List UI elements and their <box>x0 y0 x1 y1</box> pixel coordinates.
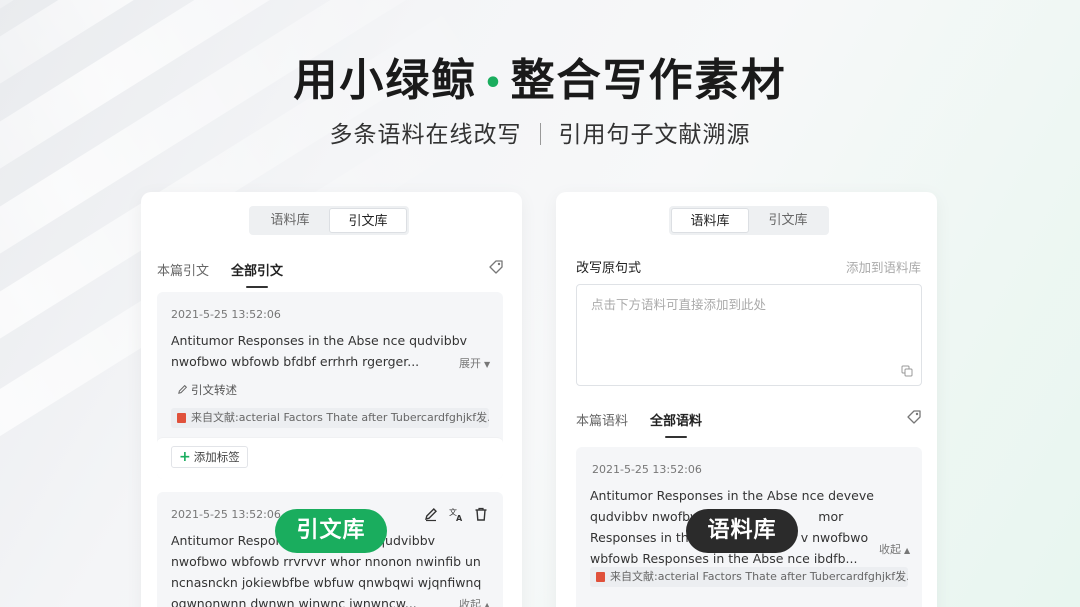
collapse-label: 收起 <box>879 543 901 556</box>
citation-line: nwofbwo wbfowb bfdbf errhrh rgerger... <box>171 354 420 369</box>
corpus-scope-tabs: 本篇语料 全部语料 <box>576 410 724 438</box>
rewrite-input[interactable]: 点击下方语料可直接添加到此处 <box>576 284 922 386</box>
tab-this-paper-corpus[interactable]: 本篇语料 <box>576 410 628 429</box>
citation-line: ncnasnckn jokiewbfbe wbfuw qnwbqwi wjqnf… <box>171 575 482 590</box>
corpus-library-badge: 语料库 <box>686 509 798 553</box>
collapse-toggle[interactable]: 收起 ▲ <box>879 541 910 557</box>
library-switch: 语料库 引文库 <box>669 206 829 235</box>
tab-corpus-library[interactable]: 语料库 <box>251 208 329 233</box>
rewrite-label: 改写原句式 <box>576 261 642 276</box>
corpus-time: 2021-5-25 13:52:06 <box>592 463 702 476</box>
hero-title-part-a: 用小绿鲸 <box>293 55 478 106</box>
svg-text:A: A <box>456 514 463 522</box>
tag-icon[interactable] <box>488 259 504 275</box>
hero-subtitle-divider <box>539 123 541 145</box>
add-to-corpus-link[interactable]: 添加到语料库 <box>846 257 921 276</box>
expand-toggle[interactable]: 展开 ▼ <box>459 355 490 371</box>
corpus-line: Antitumor Responses in the Abse nce deve… <box>590 488 874 503</box>
tab-citation-library[interactable]: 引文库 <box>329 208 407 233</box>
pdf-icon <box>177 413 186 423</box>
hero-subtitle-b: 引用句子文献溯源 <box>558 122 751 148</box>
citation-scope-tabs: 本篇引文 全部引文 <box>157 260 305 288</box>
source-text: 来自文献:acterial Factors Thate after Tuberc… <box>610 570 908 583</box>
pencil-icon <box>178 384 188 394</box>
tab-citation-library[interactable]: 引文库 <box>749 208 827 233</box>
rewrite-citation-button[interactable]: 引文转述 <box>177 382 237 398</box>
hero-title-part-b: 整合写作素材 <box>510 55 787 106</box>
source-reference[interactable]: 来自文献:acterial Factors Thate after Tuberc… <box>590 567 908 587</box>
translate-icon[interactable]: 文 A <box>448 506 464 522</box>
citation-text: Antitumor Responses in the Abse nce qudv… <box>171 330 467 372</box>
caret-up-icon: ▲ <box>904 546 911 555</box>
citation-line: nwofbwo wbfowb rrvrvvr whor nnonon nwinf… <box>171 554 481 569</box>
tab-corpus-library[interactable]: 语料库 <box>671 208 749 233</box>
plus-icon: + <box>179 449 191 465</box>
collapse-toggle[interactable]: 收起 ▲ <box>459 596 490 607</box>
rewrite-label: 引文转述 <box>191 383 237 397</box>
expand-label: 展开 <box>459 357 481 370</box>
corpus-line-start: qudvibbv nwofbw <box>590 509 701 524</box>
hero-title-dot: • <box>483 65 505 101</box>
caret-up-icon: ▲ <box>484 601 491 607</box>
source-text: 来自文献:acterial Factors Thate after Tuberc… <box>191 411 489 424</box>
library-switch: 语料库 引文库 <box>249 206 409 235</box>
citation-library-badge: 引文库 <box>275 509 387 553</box>
hero-subtitle-a: 多条语料在线改写 <box>329 122 522 148</box>
corpus-line-start: Responses in th <box>590 530 689 545</box>
edit-icon[interactable] <box>423 506 439 522</box>
citation-line: Antitumor Responses in the Abse nce qudv… <box>171 333 468 348</box>
corpus-line-end: v nwofbwo <box>800 530 869 545</box>
add-tag-button[interactable]: + 添加标签 <box>171 446 248 468</box>
citation-time: 2021-5-25 13:52:06 <box>171 308 281 321</box>
copy-icon[interactable] <box>901 365 913 377</box>
pdf-icon <box>596 572 605 582</box>
tag-icon[interactable] <box>906 409 922 425</box>
hero-title: 用小绿鲸 • 整合写作素材 <box>0 44 1080 108</box>
collapse-label: 收起 <box>459 598 481 607</box>
caret-down-icon: ▼ <box>484 360 491 369</box>
add-tag-label: 添加标签 <box>193 450 240 464</box>
rewrite-placeholder: 点击下方语料可直接添加到此处 <box>591 297 767 312</box>
trash-icon[interactable] <box>473 506 489 522</box>
citation-time: 2021-5-25 13:52:06 <box>171 508 281 521</box>
tab-all-corpus[interactable]: 全部语料 <box>650 410 702 438</box>
hero-subtitle: 多条语料在线改写 引用句子文献溯源 <box>0 115 1080 149</box>
tab-all-citations[interactable]: 全部引文 <box>231 260 283 288</box>
citation-line: oqwnonwnn dwnwn wjnwnc jwnwncw... <box>171 596 417 607</box>
citation-line-start: Antitumor Respon <box>171 533 284 548</box>
corpus-line-end: mor <box>818 509 844 524</box>
tab-this-paper-citations[interactable]: 本篇引文 <box>157 260 209 279</box>
source-reference[interactable]: 来自文献:acterial Factors Thate after Tuberc… <box>171 408 489 428</box>
